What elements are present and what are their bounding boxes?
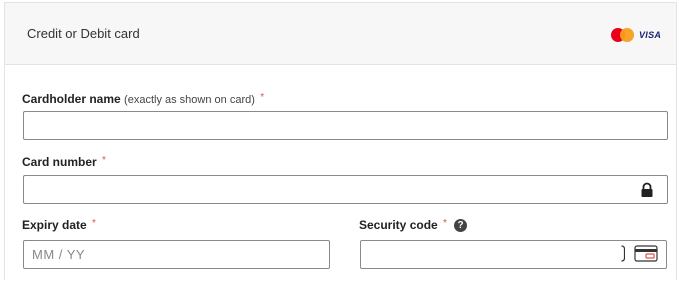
required-asterisk: * bbox=[260, 92, 265, 103]
cardholder-name-label: Cardholder name (exactly as shown on car… bbox=[22, 92, 264, 106]
card-number-label-text: Card number bbox=[22, 155, 97, 169]
mastercard-logo bbox=[611, 28, 635, 42]
required-asterisk: * bbox=[443, 218, 447, 229]
required-asterisk: * bbox=[92, 218, 96, 229]
expiry-date-input[interactable] bbox=[23, 240, 330, 269]
card-number-input[interactable] bbox=[23, 175, 668, 204]
payment-card-panel: Credit or Debit card VISA bbox=[4, 2, 677, 280]
panel-title: Credit or Debit card bbox=[27, 26, 140, 41]
question-icon[interactable]: ? bbox=[454, 219, 467, 232]
mastercard-yellow-circle bbox=[620, 28, 634, 42]
input-bracket-divider bbox=[621, 245, 625, 262]
lock-icon bbox=[641, 182, 653, 197]
card-cvv-icon bbox=[634, 245, 658, 262]
expiry-date-label-text: Expiry date bbox=[22, 218, 87, 232]
required-asterisk: * bbox=[102, 155, 106, 166]
expiry-date-label: Expiry date * bbox=[22, 218, 96, 232]
card-number-label: Card number * bbox=[22, 155, 106, 169]
security-code-label: Security code * bbox=[359, 218, 447, 232]
cardholder-name-input[interactable] bbox=[23, 111, 668, 140]
cardholder-name-label-text: Cardholder name bbox=[22, 92, 121, 106]
panel-header[interactable]: Credit or Debit card VISA bbox=[5, 3, 676, 65]
cardholder-name-note: (exactly as shown on card) bbox=[124, 94, 255, 106]
security-code-label-text: Security code bbox=[359, 218, 438, 232]
visa-logo: VISA bbox=[639, 30, 662, 40]
